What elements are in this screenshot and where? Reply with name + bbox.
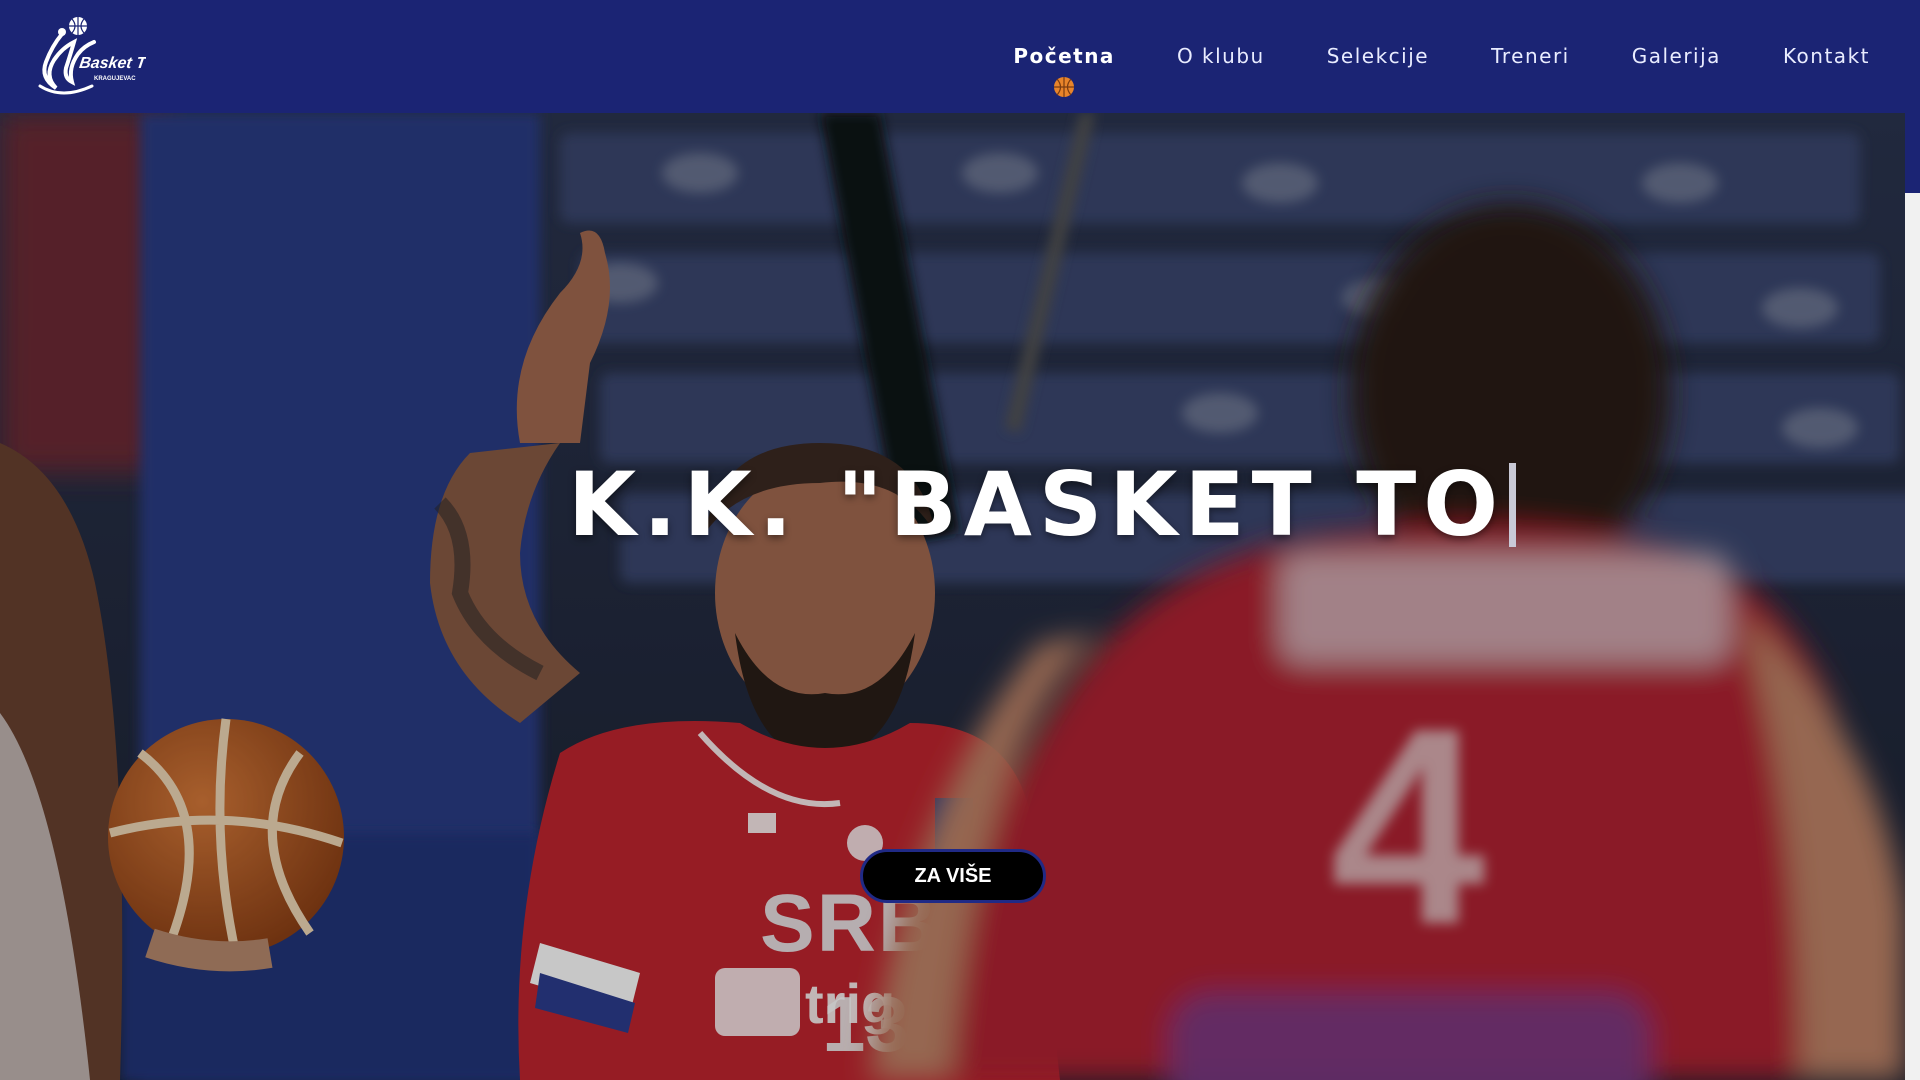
nav-item-o-klubu[interactable]: O klubu <box>1177 0 1265 68</box>
basketball-player-logo-icon: Basket TOP KRAGUJEVAC <box>38 17 170 95</box>
nav-item-selekcije[interactable]: Selekcije <box>1327 0 1429 68</box>
nav-item-kontakt[interactable]: Kontakt <box>1783 0 1870 68</box>
za-vise-button[interactable]: ZA VIŠE <box>860 849 1046 903</box>
nav-item-label: Selekcije <box>1326 44 1430 68</box>
svg-text:Basket TOP: Basket TOP <box>78 54 146 72</box>
main-nav: Početna O klubu Selekcije Treneri Galeri… <box>951 0 1870 113</box>
hero-title-text: K.K. "BASKET TO <box>568 453 1506 556</box>
hero-section: SRBIJA 13 trig 4 <box>0 113 1905 1080</box>
typing-caret <box>1509 463 1517 548</box>
top-navbar: Basket TOP KRAGUJEVAC Početna O klubu Se… <box>0 0 1920 113</box>
basketball-icon <box>1054 77 1075 97</box>
hero-dark-overlay <box>0 113 1905 1080</box>
nav-item-label: Galerija <box>1631 44 1721 68</box>
hero-title: K.K. "BASKET TO <box>568 430 1517 580</box>
svg-text:KRAGUJEVAC: KRAGUJEVAC <box>94 76 136 82</box>
page-scrollbar[interactable] <box>1905 113 1920 1080</box>
scrollbar-header-fill <box>1905 113 1920 193</box>
club-logo[interactable]: Basket TOP KRAGUJEVAC <box>22 16 170 96</box>
nav-item-pocetna[interactable]: Početna <box>1013 0 1115 97</box>
nav-item-label: O klubu <box>1176 44 1265 68</box>
nav-item-label: Početna <box>1013 44 1115 68</box>
page: Basket TOP KRAGUJEVAC Početna O klubu Se… <box>0 0 1920 1080</box>
nav-item-label: Kontakt <box>1782 44 1870 68</box>
nav-item-treneri[interactable]: Treneri <box>1491 0 1570 68</box>
nav-item-galerija[interactable]: Galerija <box>1632 0 1721 68</box>
nav-item-label: Treneri <box>1491 44 1570 68</box>
